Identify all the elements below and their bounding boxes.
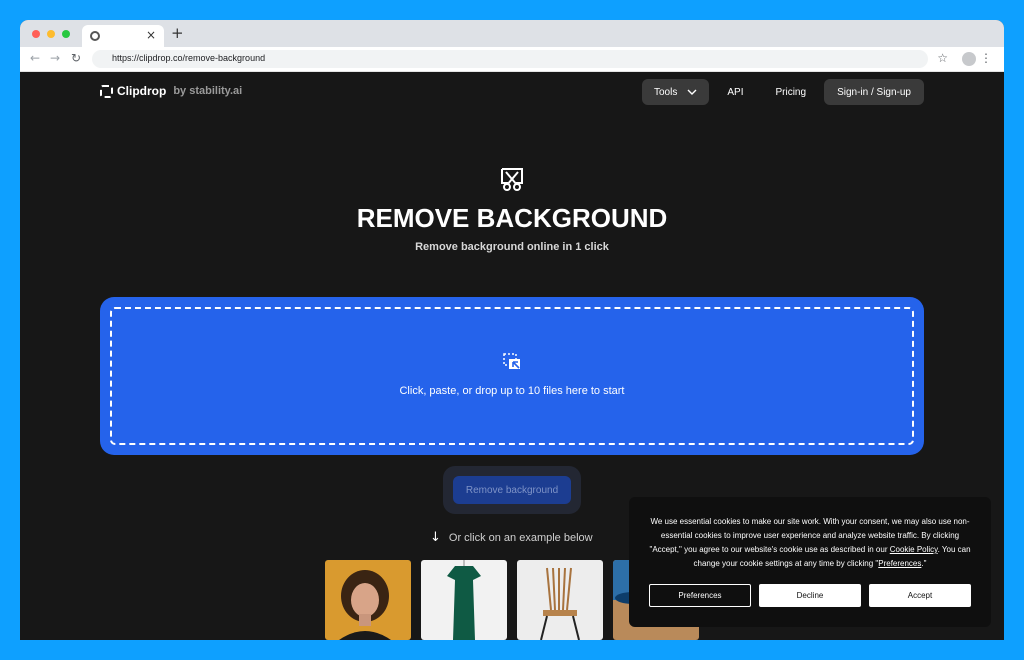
minimize-window-dot[interactable] xyxy=(47,30,55,38)
reload-icon[interactable]: ↻ xyxy=(71,51,81,65)
cookie-accept-button[interactable]: Accept xyxy=(869,584,971,607)
tools-label: Tools xyxy=(654,86,678,98)
preferences-link[interactable]: Preferences xyxy=(878,559,921,568)
woman-portrait-image xyxy=(325,560,411,640)
page-subtitle: Remove background online in 1 click xyxy=(415,241,609,253)
chevron-down-icon xyxy=(687,89,697,95)
arrow-down-icon: ↓ xyxy=(430,530,441,545)
example-thumb-chair[interactable] xyxy=(517,560,603,640)
nav-api-link[interactable]: API xyxy=(713,79,757,105)
tools-menu-button[interactable]: Tools xyxy=(642,79,710,105)
upload-files-icon xyxy=(503,353,520,369)
cookie-preferences-button[interactable]: Preferences xyxy=(649,584,751,607)
dropzone-instruction: Click, paste, or drop up to 10 files her… xyxy=(399,385,625,397)
cookie-decline-button[interactable]: Decline xyxy=(759,584,861,607)
examples-hint: ↓ Or click on an example below xyxy=(430,530,593,545)
new-tab-button[interactable]: + xyxy=(171,24,184,42)
tab-close-icon[interactable]: × xyxy=(146,28,156,42)
cookie-policy-link[interactable]: Cookie Policy xyxy=(890,545,938,554)
clipdrop-logo-icon xyxy=(100,84,113,98)
wooden-chair-image xyxy=(517,560,603,640)
tab-bar: × + xyxy=(20,20,1004,47)
maximize-window-dot[interactable] xyxy=(62,30,70,38)
logo-by-stability: by stability.ai xyxy=(173,85,243,97)
page-title: REMOVE BACKGROUND xyxy=(356,203,668,233)
remove-background-button[interactable]: Remove background xyxy=(453,476,571,504)
example-thumb-dress[interactable] xyxy=(421,560,507,640)
top-nav: Tools API Pricing Sign-in / Sign-up xyxy=(642,79,924,105)
profile-avatar-icon[interactable] xyxy=(962,52,976,66)
back-icon[interactable]: ← xyxy=(30,51,40,65)
clipdrop-logo[interactable]: Clipdrop by stability.ai xyxy=(100,84,242,98)
address-bar[interactable]: https://clipdrop.co/remove-background xyxy=(92,50,928,68)
example-thumb-woman[interactable] xyxy=(325,560,411,640)
cookie-consent-banner: We use essential cookies to make our sit… xyxy=(629,497,991,627)
close-window-dot[interactable] xyxy=(32,30,40,38)
forward-icon[interactable]: → xyxy=(50,51,60,65)
remove-background-container: Remove background xyxy=(443,466,581,514)
logo-name: Clipdrop xyxy=(117,84,167,98)
bookmark-star-icon[interactable]: ☆ xyxy=(937,51,948,65)
dropzone-dashed-area[interactable]: Click, paste, or drop up to 10 files her… xyxy=(110,307,914,445)
url-text[interactable]: https://clipdrop.co/remove-background xyxy=(112,53,265,63)
browser-menu-icon[interactable]: ⋮ xyxy=(980,51,992,65)
signin-button[interactable]: Sign-in / Sign-up xyxy=(824,79,924,105)
upload-dropzone[interactable]: Click, paste, or drop up to 10 files her… xyxy=(100,297,924,455)
browser-tab[interactable]: × xyxy=(82,25,164,47)
scissors-crop-icon xyxy=(501,168,523,191)
cookie-message: We use essential cookies to make our sit… xyxy=(645,515,975,571)
browser-toolbar: ← → ↻ https://clipdrop.co/remove-backgro… xyxy=(20,47,1004,72)
chrome-favicon-icon xyxy=(90,31,100,41)
browser-window: × + ← → ↻ https://clipdrop.co/remove-bac… xyxy=(20,20,1004,640)
cookie-buttons: Preferences Decline Accept xyxy=(649,584,971,607)
nav-pricing-link[interactable]: Pricing xyxy=(761,79,820,105)
cookie-text-part3: ." xyxy=(921,559,927,568)
examples-hint-text: Or click on an example below xyxy=(448,531,593,544)
page-content: Clipdrop by stability.ai Tools API Prici… xyxy=(20,72,1004,640)
green-dress-image xyxy=(421,560,507,640)
